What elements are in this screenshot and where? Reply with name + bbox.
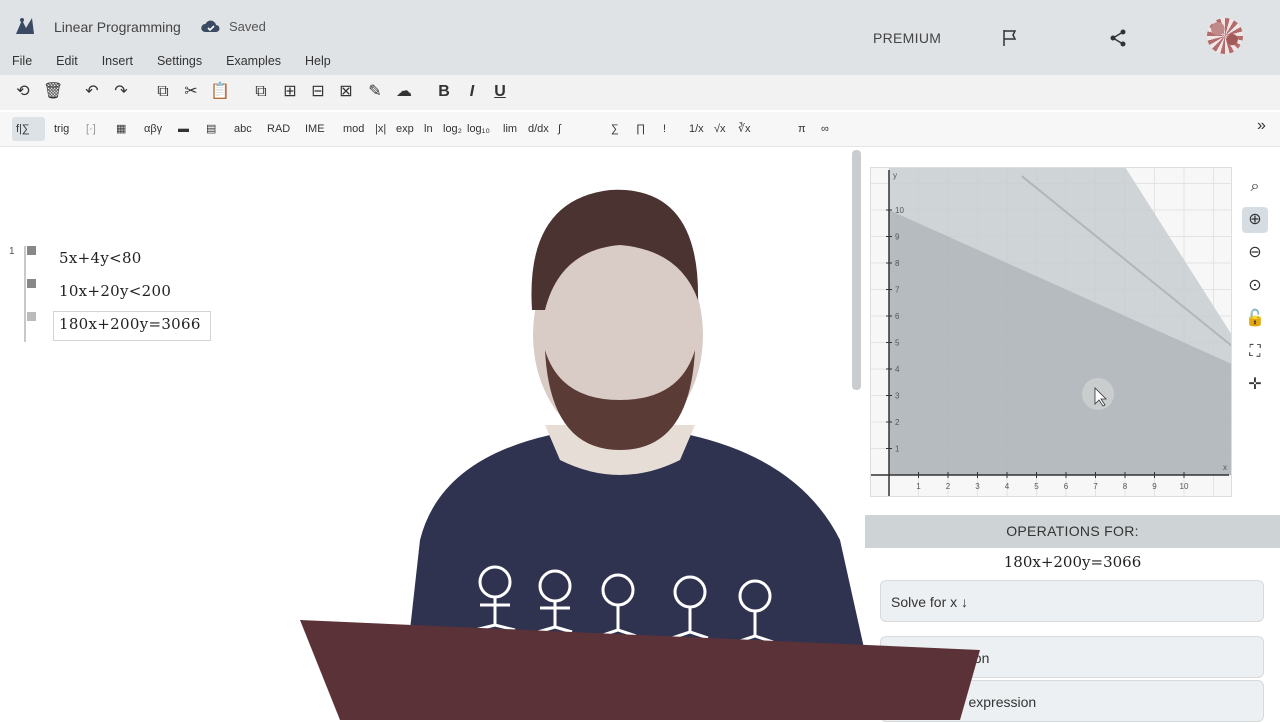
tb-ime[interactable]: IME [305, 121, 325, 137]
tb-derivative[interactable]: d/dx [528, 121, 549, 137]
tb-reciprocal[interactable]: 1/x [689, 121, 704, 137]
delete-row-icon[interactable]: ⊠ [337, 83, 355, 101]
tb-abs[interactable]: [·] [86, 121, 96, 137]
x-tick-label: 9 [1152, 482, 1157, 491]
cloud-icon[interactable]: ☁ [395, 83, 413, 101]
copy-icon[interactable]: ⧉ [154, 83, 172, 101]
avatar[interactable] [1207, 18, 1243, 54]
flag-icon[interactable] [1000, 28, 1020, 48]
x-tick-label: 8 [1123, 482, 1128, 491]
cloud-check-icon [201, 20, 220, 32]
tb-ln[interactable]: ln [424, 121, 433, 137]
x-tick-label: 5 [1034, 482, 1039, 491]
tb-integral[interactable]: ∫ [558, 121, 561, 137]
calculator-icon[interactable]: ▤ [206, 121, 216, 137]
tb-log10[interactable]: log₁₀ [467, 121, 490, 137]
tb-exp[interactable]: exp [396, 121, 414, 137]
tb-cbrt[interactable]: ∛x [738, 121, 751, 137]
tb-log2[interactable]: log₂ [443, 121, 462, 137]
italic-icon[interactable]: I [463, 83, 481, 101]
tb-trig[interactable]: trig [54, 121, 69, 137]
graph-toggle-icon[interactable] [27, 279, 36, 288]
menu-insert[interactable]: Insert [90, 52, 145, 70]
tb-sqrt[interactable]: √x [714, 121, 726, 137]
menu-file[interactable]: File [0, 52, 44, 70]
table-icon[interactable]: ▦ [116, 121, 126, 137]
zoom-fit-icon[interactable]: ⊙ [1242, 273, 1268, 299]
tb-product[interactable]: ∏ [636, 121, 645, 137]
share-icon[interactable] [1108, 28, 1128, 48]
menu-help[interactable]: Help [293, 52, 343, 70]
tb-rad[interactable]: RAD [267, 121, 290, 137]
equation-2[interactable]: 10x+20y<200 [59, 282, 171, 300]
tb-sum[interactable]: ∑ [611, 121, 619, 137]
zoom-out-icon[interactable]: ⊖ [1242, 240, 1268, 266]
fullscreen-icon[interactable]: ⛶ [1242, 339, 1268, 365]
saved-status: Saved [229, 19, 266, 34]
trash-icon[interactable]: 🗑 [43, 83, 63, 101]
x-tick-label: 4 [1005, 482, 1010, 491]
menu-examples[interactable]: Examples [214, 52, 293, 70]
app-logo-icon[interactable] [12, 14, 38, 40]
math-toolbar: f|∑ trig [·] ▦ αβγ ▬ ▤ abc RAD IME mod |… [0, 112, 1280, 147]
tb-lim[interactable]: lim [503, 121, 517, 137]
tb-pi[interactable]: π [798, 121, 806, 137]
insert-above-icon[interactable]: ⊞ [281, 83, 299, 101]
main-toolbar: ⟲ 🗑 ↶ ↷ ⧉ ✂ 📋 ⧉ ⊞ ⊟ ⊠ ✎ ☁ B I U [0, 75, 1280, 110]
search-icon[interactable]: ⌕ [1242, 174, 1268, 200]
top-bar: Linear Programming Saved File Edit Inser… [0, 0, 1280, 75]
equation-1[interactable]: 5x+4y<80 [59, 249, 142, 267]
equation-3[interactable]: 180x+200y=3066 [59, 315, 201, 333]
x-axis-label: x [1223, 463, 1227, 472]
graph-toggle-icon[interactable] [27, 246, 36, 255]
document-title[interactable]: Linear Programming [54, 19, 181, 35]
keyboard-icon[interactable]: ▬ [178, 121, 189, 137]
tb-abc[interactable]: abc [234, 121, 252, 137]
history-icon[interactable]: ⟲ [14, 83, 32, 101]
lock-icon[interactable]: 🔓 [1242, 306, 1268, 332]
paste-icon[interactable]: 📋 [210, 83, 230, 101]
bold-icon[interactable]: B [435, 83, 453, 101]
duplicate-icon[interactable]: ⧉ [252, 83, 270, 101]
underline-icon[interactable]: U [491, 83, 509, 101]
x-tick-label: 7 [1093, 482, 1098, 491]
menu-settings[interactable]: Settings [145, 52, 214, 70]
graph-toggle-icon[interactable] [27, 312, 36, 321]
tb-functions[interactable]: f|∑ [16, 121, 30, 137]
tb-absval[interactable]: |x| [375, 121, 386, 137]
cut-icon[interactable]: ✂ [182, 83, 200, 101]
x-tick-label: 10 [1180, 482, 1189, 491]
pencil-icon[interactable]: ✎ [366, 83, 384, 101]
tb-infinity[interactable]: ∞ [821, 121, 829, 137]
menu-bar: File Edit Insert Settings Examples Help [0, 52, 343, 70]
undo-icon[interactable]: ↶ [83, 83, 101, 101]
zoom-in-icon[interactable]: ⊕ [1242, 207, 1268, 233]
menu-edit[interactable]: Edit [44, 52, 90, 70]
tb-greek[interactable]: αβγ [144, 121, 162, 137]
x-tick-label: 6 [1064, 482, 1069, 491]
insert-below-icon[interactable]: ⊟ [309, 83, 327, 101]
redo-icon[interactable]: ↷ [112, 83, 130, 101]
center-icon[interactable]: ✛ [1242, 372, 1268, 398]
tb-factorial[interactable]: ! [663, 121, 666, 137]
presenter-video-overlay [300, 189, 980, 720]
line-number: 1 [9, 246, 15, 257]
gutter-divider [24, 246, 26, 342]
tb-mod[interactable]: mod [343, 121, 364, 137]
expand-toolbar-icon[interactable]: » [1257, 118, 1266, 134]
premium-button[interactable]: PREMIUM [873, 30, 941, 46]
